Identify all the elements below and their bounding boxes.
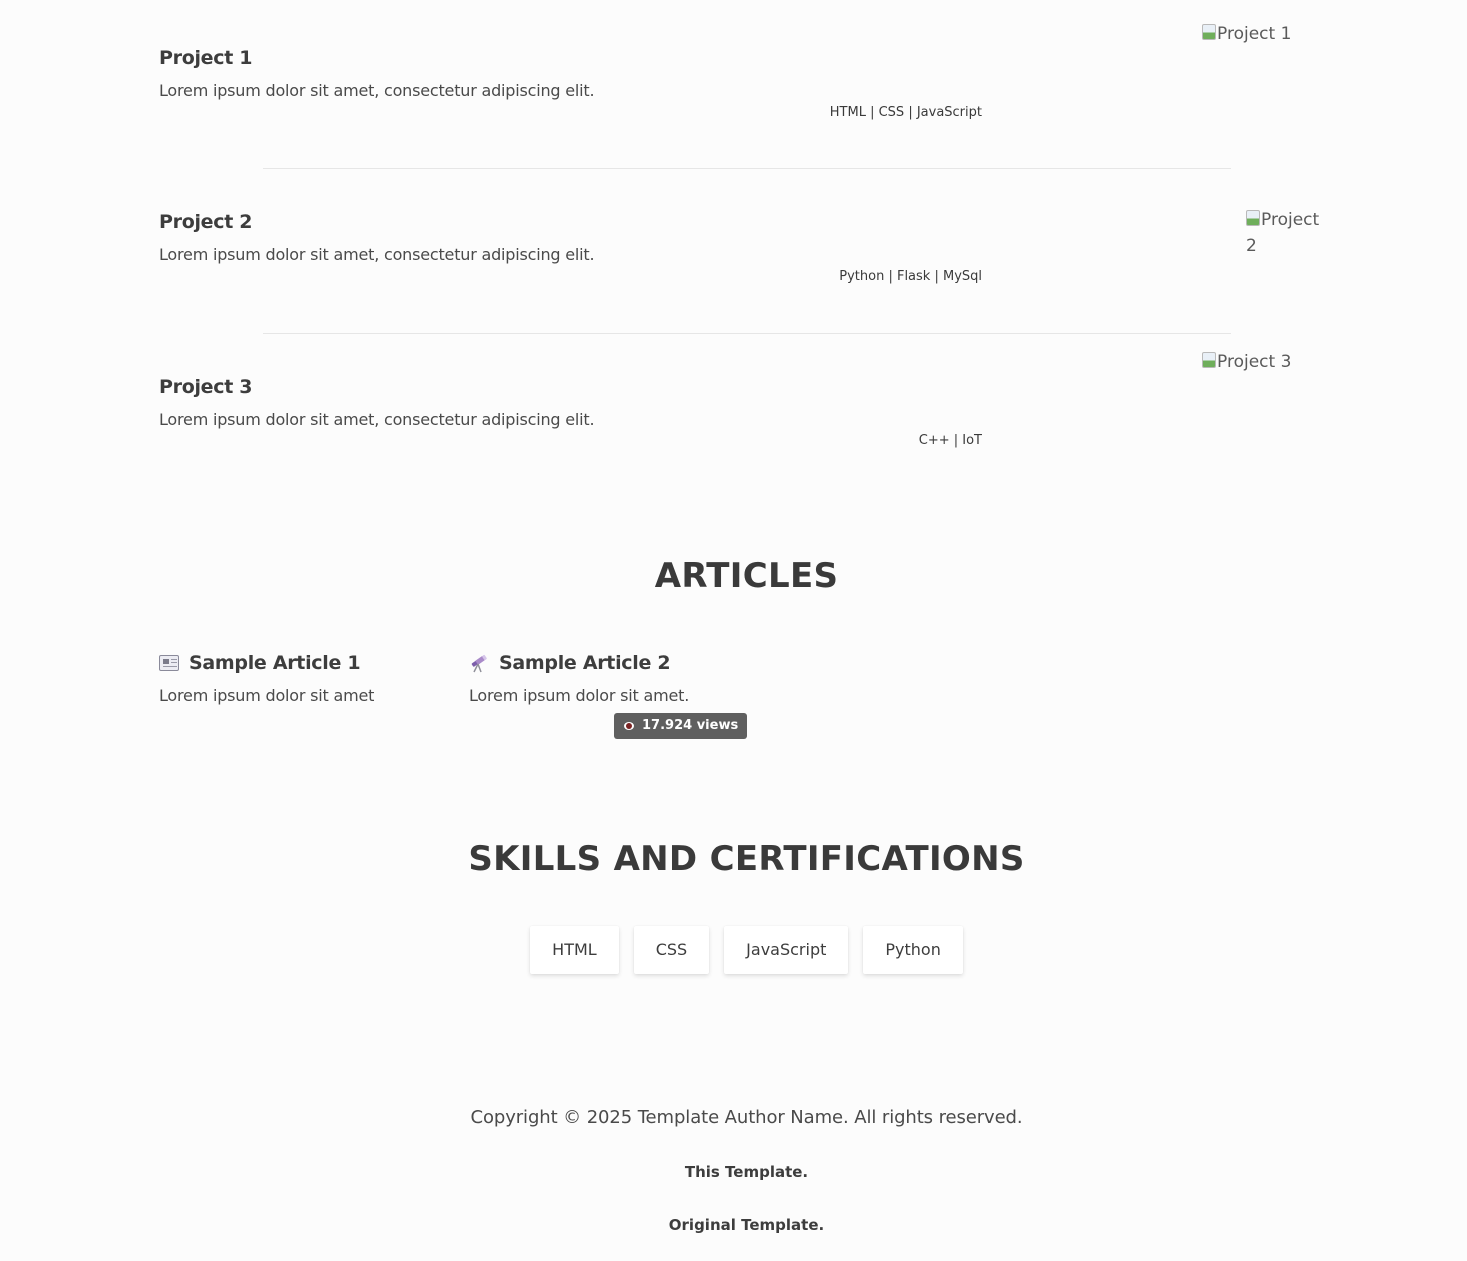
divider [263, 333, 1231, 334]
project-image: Project 2 [1246, 207, 1330, 259]
skills-heading: SKILLS AND CERTIFICATIONS [468, 839, 1025, 879]
eye-icon [624, 722, 634, 730]
this-template-link[interactable]: This Template. [685, 1163, 808, 1181]
telescope-icon [469, 654, 489, 673]
skill-chip: Python [863, 926, 963, 974]
article-title-text: Sample Article 2 [499, 652, 671, 674]
project-tech-stack: HTML | CSS | JavaScript [829, 105, 982, 120]
project-tech-stack: C++ | IoT [918, 433, 982, 448]
broken-image-icon [1202, 24, 1216, 40]
articles-heading: ARTICLES [654, 556, 839, 596]
project-description: Lorem ipsum dolor sit amet, consectetur … [159, 410, 595, 429]
footer-link-row-1: This Template. [0, 1162, 1467, 1181]
project-title: Project 3 [159, 376, 253, 398]
original-template-link[interactable]: Original Template. [669, 1216, 824, 1234]
project-image-alt: Project [1261, 210, 1320, 230]
footer-link-row-2: Original Template. [0, 1215, 1467, 1234]
article-title[interactable]: Sample Article 2 [469, 652, 689, 674]
divider [263, 168, 1231, 169]
article-description: Lorem ipsum dolor sit amet. [469, 686, 690, 705]
copyright-text: Copyright © 2025 Template Author Name. A… [470, 1107, 1023, 1128]
article-description: Lorem ipsum dolor sit amet [159, 686, 375, 705]
newspaper-icon [159, 655, 179, 671]
views-count: 17.924 views [642, 718, 739, 733]
project-image: Project 3 [1202, 349, 1291, 375]
skill-chip: CSS [633, 926, 710, 974]
article-card-1[interactable]: Sample Article 1 Lorem ipsum dolor sit a… [159, 652, 374, 705]
project-title: Project 1 [159, 47, 253, 69]
skill-chip: JavaScript [724, 926, 849, 974]
broken-image-icon [1246, 210, 1260, 226]
skill-chip: HTML [530, 926, 619, 974]
skills-list: HTML CSS JavaScript Python [0, 926, 1467, 974]
article-title-text: Sample Article 1 [189, 652, 361, 674]
article-title[interactable]: Sample Article 1 [159, 652, 374, 674]
project-title: Project 2 [159, 211, 253, 233]
project-tech-stack: Python | Flask | MySql [839, 269, 982, 284]
project-description: Lorem ipsum dolor sit amet, consectetur … [159, 81, 595, 100]
project-image-alt-line2: 2 [1246, 236, 1257, 256]
project-description: Lorem ipsum dolor sit amet, consectetur … [159, 245, 595, 264]
project-image: Project 1 [1202, 21, 1291, 47]
project-image-alt: Project 3 [1217, 352, 1292, 372]
article-card-2[interactable]: Sample Article 2 Lorem ipsum dolor sit a… [469, 652, 689, 705]
project-image-alt: Project 1 [1217, 24, 1292, 44]
views-badge: 17.924 views [614, 713, 748, 739]
broken-image-icon [1202, 352, 1216, 368]
